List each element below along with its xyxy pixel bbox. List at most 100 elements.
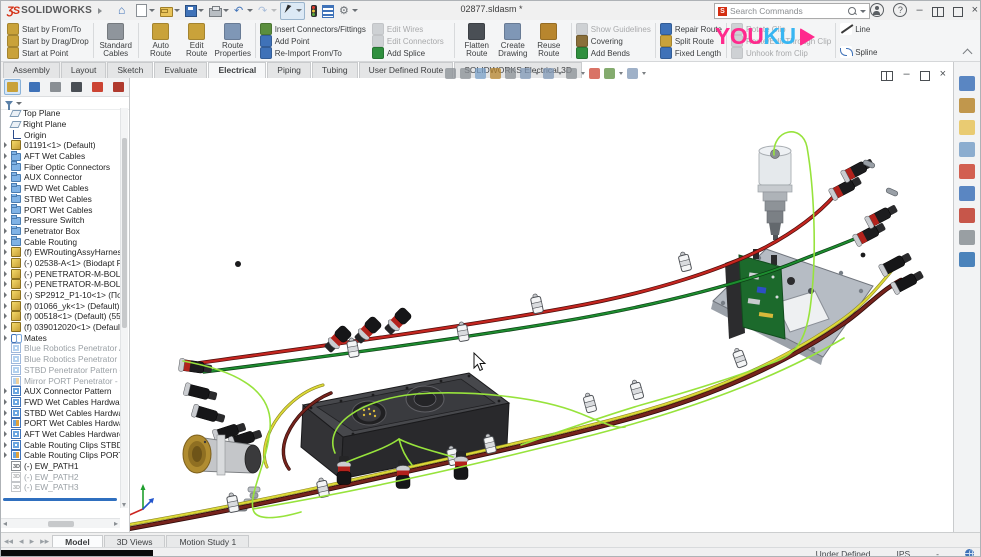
new-document-button[interactable] (133, 3, 157, 19)
hscrollbar-thumb[interactable] (48, 521, 74, 527)
mounting-plate[interactable] (711, 249, 873, 365)
cam-manager-icon[interactable] (111, 80, 126, 94)
view-orientation-dropdown-icon[interactable] (535, 72, 539, 75)
expand-arrow-icon[interactable] (4, 452, 11, 458)
expand-arrow-icon[interactable] (4, 442, 11, 448)
search-commands-box[interactable]: S Search Commands (714, 3, 870, 19)
ribbon-button-add-splice[interactable]: Add Splice (372, 47, 444, 59)
expand-arrow-icon[interactable] (4, 228, 11, 234)
select-dropdown-icon[interactable] (296, 9, 302, 12)
tree-item-penetrator-m-bolt-10-25-a[interactable]: (-) PENETRATOR-M-BOLT-10-25-A (1, 268, 120, 279)
rebuild-traffic-light-button[interactable] (306, 3, 319, 19)
featuremanager-design-tree-icon[interactable] (4, 79, 21, 95)
expand-arrow-icon[interactable] (4, 217, 11, 223)
ribbon-collapse-icon[interactable] (964, 47, 972, 55)
ribbon-button-edit-route[interactable]: Edit Route (179, 22, 215, 59)
doc-minimize-button[interactable]: – (903, 66, 909, 82)
status-globe-icon[interactable] (965, 549, 974, 557)
tree-item-fwd-wet-cables-hardware-pattern[interactable]: FWD Wet Cables Hardware Pattern (1, 397, 120, 408)
expand-arrow-icon[interactable] (4, 164, 11, 170)
tree-item-mates[interactable]: Mates (1, 332, 120, 343)
undo-button[interactable] (232, 3, 255, 19)
ribbon-button-insert-connectors-fittings[interactable]: Insert Connectors/Fittings (260, 23, 366, 35)
cable-routing-model[interactable] (130, 62, 956, 532)
print-button[interactable] (207, 3, 231, 19)
tree-item-cable-routing-clips-port[interactable]: Cable Routing Clips PORT (1, 450, 120, 461)
apply-scene-dropdown-icon[interactable] (619, 72, 623, 75)
doc-pane-icon[interactable] (881, 71, 893, 81)
ribbon-button-re-import-from-to[interactable]: Re-Import From/To (260, 47, 366, 59)
tree-item-origin[interactable]: Origin (1, 129, 120, 140)
tab-piping[interactable]: Piping (267, 62, 311, 78)
select-button[interactable] (280, 2, 305, 20)
expand-arrow-icon[interactable] (4, 153, 11, 159)
expand-arrow-icon[interactable] (4, 142, 11, 148)
new-document-dropdown-icon[interactable] (149, 9, 155, 12)
filter-dropdown-icon[interactable] (16, 102, 22, 105)
ribbon-button-route-properties[interactable]: Route Properties (215, 22, 251, 59)
tree-item-stbd-penetrator-pattern-no-wet[interactable]: STBD Penetrator Pattern - NO WET (1, 365, 120, 376)
scrollbar-thumb[interactable] (122, 138, 127, 328)
ribbon-button-spline[interactable]: Spline (840, 46, 877, 58)
zoom-to-fit-icon[interactable] (444, 67, 457, 80)
settings-gear-dropdown-icon[interactable] (352, 9, 358, 12)
expand-arrow-icon[interactable] (4, 388, 11, 394)
open-dropdown-icon[interactable] (174, 9, 180, 12)
open-button[interactable] (158, 3, 182, 19)
expand-arrow-icon[interactable] (4, 196, 11, 202)
tree-item-fwd-wet-cables[interactable]: FWD Wet Cables (1, 183, 120, 194)
search-dropdown-icon[interactable] (860, 10, 866, 13)
tree-item-ew-path2[interactable]: (-) EW_PATH2 (1, 471, 120, 482)
tree-item-aft-wet-cables[interactable]: AFT Wet Cables (1, 151, 120, 162)
tree-item-top-plane[interactable]: Top Plane (1, 108, 120, 119)
tree-item-ew-path3[interactable]: (-) EW_PATH3 (1, 482, 120, 493)
apply-scene-icon[interactable] (603, 67, 616, 80)
ribbon-button-repair-route[interactable]: Repair Route (660, 23, 722, 35)
solidworks-resources-icon[interactable] (959, 76, 975, 91)
expand-arrow-icon[interactable] (4, 324, 11, 330)
3dexperience-icon[interactable] (959, 252, 975, 267)
ribbon-button-start-by-from-to[interactable]: Start by From/To (7, 23, 89, 35)
view-settings-dropdown-icon[interactable] (642, 72, 646, 75)
tab-evaluate[interactable]: Evaluate (154, 62, 207, 78)
pane-layout-icon[interactable] (932, 7, 944, 17)
display-style-icon[interactable] (542, 67, 555, 80)
ribbon-button-start-at-point[interactable]: Start at Point (7, 47, 89, 59)
tree-item-stbd-wet-cables[interactable]: STBD Wet Cables (1, 194, 120, 205)
save-button[interactable] (183, 3, 206, 19)
tree-item-right-plane[interactable]: Right Plane (1, 119, 120, 130)
save-dropdown-icon[interactable] (198, 9, 204, 12)
tree-item-penetrator-box[interactable]: Penetrator Box (1, 226, 120, 237)
tree-item-penetrator-m-bolt-10-25-a[interactable]: (-) PENETRATOR-M-BOLT-10-25-A (1, 279, 120, 290)
scroll-down-icon[interactable] (122, 503, 126, 507)
expand-arrow-icon[interactable] (4, 420, 11, 426)
search-icon[interactable] (848, 7, 856, 15)
expand-arrow-icon[interactable] (4, 249, 11, 255)
expand-arrow-icon[interactable] (4, 207, 11, 213)
pressure-switch[interactable] (758, 146, 792, 240)
propertymanager-icon[interactable] (27, 80, 42, 94)
expand-arrow-icon[interactable] (4, 239, 11, 245)
ribbon-button-fixed-length[interactable]: Fixed Length (660, 47, 722, 59)
section-view-icon[interactable] (489, 67, 502, 80)
redo-dropdown-icon[interactable] (271, 9, 277, 12)
tree-horizontal-scrollbar[interactable]: ◂ ▸ (1, 518, 120, 528)
configuration-manager-icon[interactable] (48, 80, 63, 94)
ribbon-button-start-by-drag-drop[interactable]: Start by Drag/Drop (7, 35, 89, 47)
tree-item-mirror-port-penetrator-no-wet[interactable]: Mirror PORT Penetrator - NO WET (1, 375, 120, 386)
tab-tubing[interactable]: Tubing (312, 62, 358, 78)
expand-arrow-icon[interactable] (4, 410, 11, 416)
graphics-viewport[interactable]: – × (130, 62, 956, 532)
expand-arrow-icon[interactable] (4, 260, 11, 266)
minimize-button[interactable]: – (916, 2, 922, 18)
expand-arrow-icon[interactable] (4, 313, 11, 319)
home-button[interactable] (116, 3, 132, 19)
tree-item-f-039012020-1-default-5781[interactable]: (f) 039012020<1> (Default) (5781) (1, 322, 120, 333)
tree-item-blue-robotics-penetrator-aft-no[interactable]: Blue Robotics Penetrator AFT - NO (1, 343, 120, 354)
scroll-right-icon[interactable]: ▸ (114, 519, 118, 528)
tree-item-cable-routing-clips-stbd[interactable]: Cable Routing Clips STBD (1, 439, 120, 450)
hide-show-items-dropdown-icon[interactable] (581, 72, 585, 75)
tree-item-cable-routing[interactable]: Cable Routing (1, 236, 120, 247)
view-palette-icon[interactable] (959, 142, 975, 157)
tree-item-sp2912-p1-10-1-по-умолчан[interactable]: (-) SP2912_P1-10<1> (По умолчан (1, 290, 120, 301)
